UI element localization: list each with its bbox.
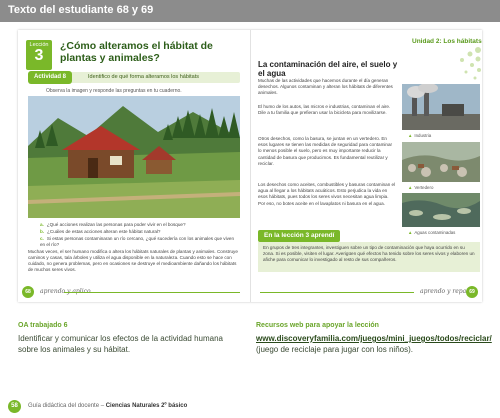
section-title: La contaminación del aire, el suelo y el… xyxy=(258,60,398,78)
polluted-water-photo xyxy=(402,193,480,227)
paragraph-aire: El humo de los autos, las micros e indus… xyxy=(258,104,391,116)
page-number-left: 68 xyxy=(22,286,34,298)
apply-text: En grupos de tres integrantes, investigu… xyxy=(263,245,475,263)
decorative-dots xyxy=(460,47,481,80)
guide-footer: Guía didáctica del docente – Ciencias Na… xyxy=(28,403,188,409)
question-b: b. ¿Cuáles de estas acciones alteran este… xyxy=(40,229,161,234)
caption-industria: ▲ Industria xyxy=(408,133,432,138)
apply-box: En grupos de tres integrantes, investigu… xyxy=(258,242,480,272)
question-c: c. Si estas personas contaminaran un río … xyxy=(40,236,235,247)
apply-tag: En la lección 3 aprendí xyxy=(258,230,341,242)
lesson-badge: Lección 3 xyxy=(26,40,52,70)
paragraph-desechos: Muchas de las actividades que hacemos du… xyxy=(258,78,393,96)
header-title: Texto del estudiante 68 y 69 xyxy=(8,4,154,16)
caption-aguas: ▲ Aguas contaminadas xyxy=(408,230,456,235)
landfill-photo xyxy=(402,142,480,182)
oa-label: OA trabajado 6 xyxy=(18,322,68,329)
page-number-right: 69 xyxy=(466,286,478,298)
lesson-title: ¿Cómo alteramos el hábitat de plantas y … xyxy=(60,40,213,64)
footer-line-left xyxy=(64,292,240,293)
question-a: a. ¿Qué acciones realizan las personas pa… xyxy=(40,222,186,227)
industry-photo xyxy=(402,84,480,130)
activity-tag: Actividad 8 xyxy=(28,71,73,84)
footer-script-right: aprendo y repaso xyxy=(420,288,473,295)
web-resource-desc: (juego de reciclaje para jugar con los n… xyxy=(256,345,413,354)
lesson-number: 3 xyxy=(34,47,44,64)
spine-divider xyxy=(250,30,251,302)
footer-line-right xyxy=(260,292,414,293)
oa-text: Identificar y comunicar los efectos de l… xyxy=(18,334,223,354)
web-resources-label: Recursos web para apoyar la lección xyxy=(256,322,379,329)
guide-page-number: 58 xyxy=(8,400,21,413)
question-list: a. ¿Qué acciones realizan las personas pa… xyxy=(40,222,240,249)
activity-text: Identifico de qué forma alteramos los há… xyxy=(88,74,199,80)
unit-label: Unidad 2: Los hábitats xyxy=(412,38,482,45)
web-resource-link[interactable]: www.discoveryfamilia.com/juegos/mini_jue… xyxy=(256,334,492,343)
forest-village-photo xyxy=(28,96,240,218)
paragraph-agua: Los desechos como aceites, combustibles … xyxy=(258,182,396,206)
textbook-spread: Lección 3 ¿Cómo alteramos el hábitat de … xyxy=(18,30,482,302)
caption-vertedero: ▲ Vertedero xyxy=(408,185,434,190)
left-body-text: Muchas veces, el ser humano modifica o a… xyxy=(28,249,238,272)
paragraph-suelo: Otros desechos, como la basura, se junta… xyxy=(258,136,393,166)
web-resources-text: www.discoveryfamilia.com/juegos/mini_jue… xyxy=(256,333,492,355)
activity-instruction: Observa la imagen y responde las pregunt… xyxy=(46,88,182,94)
